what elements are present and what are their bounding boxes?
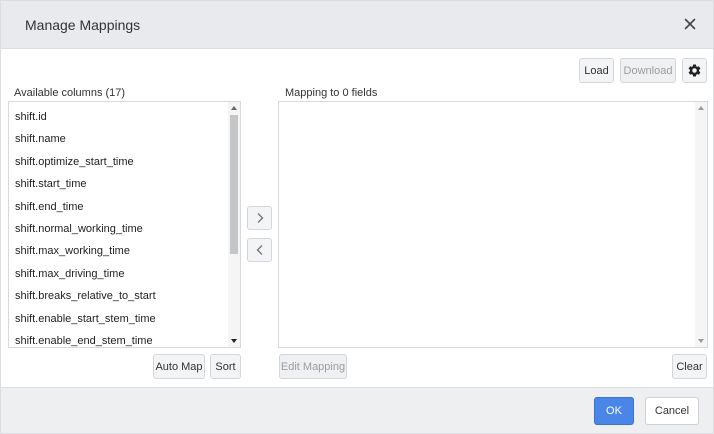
manage-mappings-dialog: Manage Mappings Load Download Available …	[0, 0, 714, 434]
settings-button[interactable]	[682, 58, 707, 83]
chevron-right-icon	[257, 213, 263, 223]
list-item[interactable]: shift.breaks_relative_to_start	[15, 290, 156, 302]
sort-button[interactable]: Sort	[210, 354, 241, 379]
scroll-down-icon[interactable]	[695, 335, 707, 347]
scroll-thumb[interactable]	[230, 115, 238, 254]
list-item[interactable]: shift.end_time	[15, 201, 83, 213]
ok-button[interactable]: OK	[594, 397, 634, 425]
dialog-footer: OK Cancel	[1, 387, 713, 433]
load-button[interactable]: Load	[579, 58, 614, 83]
list-item[interactable]: shift.enable_end_stem_time	[15, 335, 153, 347]
load-button-label: Load	[584, 64, 609, 77]
available-scrollbar[interactable]	[228, 102, 240, 347]
list-item[interactable]: shift.id	[15, 111, 47, 123]
list-item[interactable]: shift.max_working_time	[15, 245, 130, 257]
list-item[interactable]: shift.name	[15, 133, 66, 145]
scroll-up-icon[interactable]	[228, 102, 240, 114]
sort-button-label: Sort	[215, 360, 236, 373]
remove-from-mapping-button[interactable]	[247, 238, 272, 262]
dialog-header: Manage Mappings	[1, 1, 713, 49]
clear-button[interactable]: Clear	[672, 354, 707, 379]
available-columns-list[interactable]: shift.id shift.name shift.optimize_start…	[8, 101, 241, 348]
auto-map-button-label: Auto Map	[155, 360, 203, 373]
download-button[interactable]: Download	[620, 58, 676, 83]
clear-button-label: Clear	[676, 360, 703, 373]
list-item[interactable]: shift.start_time	[15, 178, 87, 190]
download-button-label: Download	[623, 64, 673, 77]
auto-map-button[interactable]: Auto Map	[153, 354, 205, 379]
gear-icon	[688, 64, 701, 77]
mapping-list[interactable]	[278, 101, 708, 348]
edit-mapping-button-label: Edit Mapping	[280, 360, 346, 373]
close-icon[interactable]	[681, 15, 699, 33]
list-item[interactable]: shift.max_driving_time	[15, 268, 124, 280]
list-item[interactable]: shift.optimize_start_time	[15, 156, 134, 168]
add-to-mapping-button[interactable]	[247, 206, 272, 230]
cancel-button[interactable]: Cancel	[645, 397, 699, 425]
edit-mapping-button[interactable]: Edit Mapping	[279, 354, 347, 379]
mapping-label: Mapping to 0 fields	[285, 87, 378, 99]
dialog-title: Manage Mappings	[25, 17, 141, 33]
scroll-up-icon[interactable]	[695, 102, 707, 114]
scroll-down-icon[interactable]	[228, 335, 240, 347]
chevron-left-icon	[256, 245, 262, 255]
mapping-scrollbar[interactable]	[695, 102, 707, 347]
list-item[interactable]: shift.normal_working_time	[15, 223, 143, 235]
ok-button-label: OK	[606, 405, 622, 417]
list-item[interactable]: shift.enable_start_stem_time	[15, 313, 156, 325]
available-columns-label: Available columns (17)	[14, 87, 126, 99]
cancel-button-label: Cancel	[654, 405, 690, 417]
